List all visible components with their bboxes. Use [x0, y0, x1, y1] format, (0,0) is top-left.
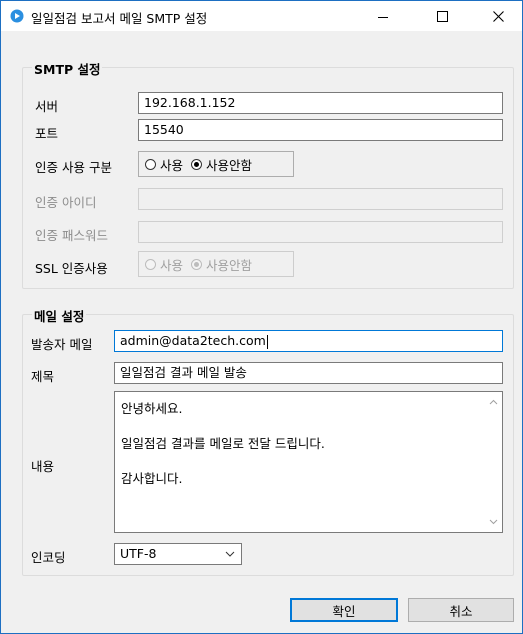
ssl-not-use-radio-label: 사용안함	[206, 257, 253, 273]
body-textarea[interactable]: 안녕하세요. 일일점검 결과를 메일로 전달 드립니다. 감사합니다.	[114, 391, 503, 533]
auth-password-label: 인증 패스워드	[35, 228, 108, 243]
port-input[interactable]: 15540	[138, 119, 503, 141]
auth-use-radio-label: 사용	[160, 157, 184, 173]
server-label: 서버	[35, 99, 59, 114]
smtp-settings-window: 일일점검 보고서 메일 SMTP 설정 SMTP 설정 서버 192.168.1…	[0, 0, 523, 634]
encoding-value: UTF-8	[120, 546, 157, 561]
subject-label: 제목	[31, 369, 55, 384]
minimize-icon	[378, 16, 388, 18]
ssl-use-radio[interactable]: 사용	[145, 255, 183, 274]
radio-checked-icon	[191, 158, 203, 170]
maximize-icon	[436, 10, 448, 22]
mail-group-title: 메일 설정	[32, 306, 87, 325]
radio-unchecked-icon	[145, 158, 156, 170]
ssl-radio-group: 사용 사용안함	[138, 251, 294, 277]
body-label: 내용	[31, 459, 55, 474]
encoding-select[interactable]: UTF-8	[114, 543, 242, 565]
body-line-3: 감사합니다.	[121, 471, 183, 486]
port-label: 포트	[35, 126, 59, 141]
sender-email-input[interactable]: admin@data2tech.com	[114, 330, 503, 352]
radio-unchecked-icon	[145, 258, 156, 270]
radio-checked-icon	[191, 258, 203, 270]
server-input[interactable]: 192.168.1.152	[138, 92, 503, 114]
title-bar[interactable]: 일일점검 보고서 메일 SMTP 설정	[1, 1, 522, 31]
close-button[interactable]	[475, 1, 521, 31]
body-line-1: 안녕하세요.	[121, 401, 183, 416]
body-line-2: 일일점검 결과를 메일로 전달 드립니다.	[121, 436, 325, 451]
minimize-button[interactable]	[360, 1, 406, 31]
window-title: 일일점검 보고서 메일 SMTP 설정	[31, 11, 208, 26]
sender-email-value: admin@data2tech.com	[120, 333, 266, 348]
auth-not-use-radio-label: 사용안함	[206, 157, 253, 173]
app-icon	[10, 9, 24, 23]
sender-label: 발송자 메일	[31, 337, 93, 352]
auth-usage-label: 인증 사용 구분	[35, 160, 112, 175]
ok-button[interactable]: 확인	[290, 598, 398, 622]
encoding-label: 인코딩	[31, 550, 66, 565]
scroll-down-icon[interactable]	[489, 517, 498, 526]
maximize-button[interactable]	[419, 1, 465, 31]
body-scrollbar[interactable]	[485, 392, 502, 532]
auth-not-use-radio[interactable]: 사용안함	[191, 155, 252, 174]
ssl-label: SSL 인증사용	[35, 261, 108, 276]
cancel-button[interactable]: 취소	[408, 598, 514, 622]
ssl-use-radio-label: 사용	[160, 257, 184, 273]
close-icon	[492, 10, 504, 22]
subject-input[interactable]: 일일점검 결과 메일 발송	[114, 362, 503, 384]
ssl-not-use-radio[interactable]: 사용안함	[191, 255, 252, 274]
auth-usage-radio-group: 사용 사용안함	[138, 151, 294, 177]
text-caret	[266, 334, 268, 349]
smtp-group-title: SMTP 설정	[32, 59, 103, 78]
chevron-down-icon	[225, 551, 235, 557]
auth-id-input[interactable]	[138, 188, 503, 210]
auth-id-label: 인증 아이디	[35, 195, 97, 210]
auth-use-radio[interactable]: 사용	[145, 155, 183, 174]
scroll-up-icon[interactable]	[489, 398, 498, 407]
auth-password-input[interactable]	[138, 221, 503, 243]
